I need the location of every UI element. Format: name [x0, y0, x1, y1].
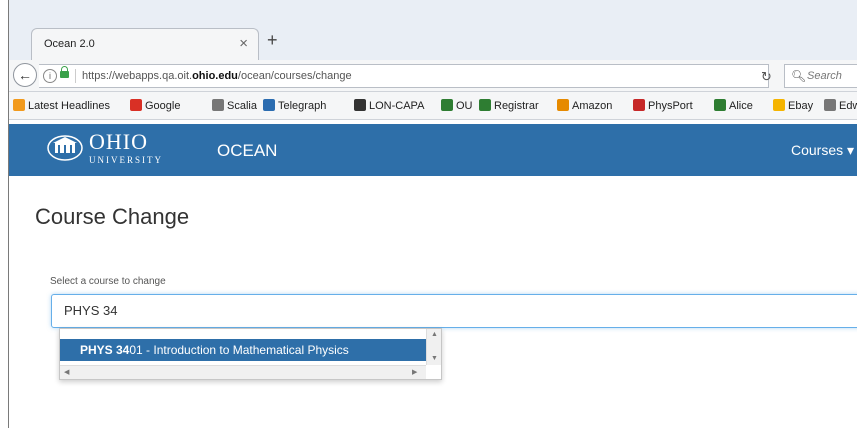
bookmark-telegraph[interactable]: Telegraph	[263, 99, 326, 112]
bookmark-ou[interactable]: OU	[441, 99, 473, 112]
logo-ohio-text[interactable]: OHIO	[89, 129, 148, 155]
suggestion-match: PHYS 34	[80, 343, 130, 357]
address-bar[interactable]: i https://webapps.qa.oit.ohio.edu/ocean/…	[39, 64, 772, 88]
bookmark-ebay[interactable]: Ebay	[773, 99, 813, 112]
bookmark-amazon[interactable]: Amazon	[557, 99, 612, 112]
ohio-university-logo[interactable]	[47, 133, 83, 163]
telegraph-icon	[263, 99, 275, 111]
suggestion-rest: 01 - Introduction to Mathematical Physic…	[129, 343, 349, 357]
bookmarks-toolbar: Latest Headlines Google Scalia Telegraph LON…	[9, 92, 857, 120]
bookmark-label: Google	[145, 100, 181, 112]
scroll-right-icon[interactable]: ▶	[412, 368, 417, 376]
autocomplete-dropdown: PHYS 3401 - Introduction to Mathematical…	[59, 328, 442, 380]
site-header: OHIO UNIVERSITY OCEAN Courses ▾	[9, 124, 857, 176]
reload-icon[interactable]: ↻	[761, 69, 772, 85]
lock-icon[interactable]	[60, 66, 69, 78]
globe-icon	[212, 99, 224, 111]
course-search-input[interactable]: PHYS 34	[51, 294, 857, 328]
url-separator	[75, 69, 76, 83]
close-tab-icon[interactable]: ×	[239, 35, 248, 52]
ohio-seal-icon	[479, 99, 491, 111]
window-border	[0, 0, 9, 428]
back-arrow-icon: ←	[18, 67, 32, 83]
info-icon[interactable]: i	[43, 69, 57, 83]
new-tab-button[interactable]: +	[267, 30, 278, 51]
rss-icon	[13, 99, 25, 111]
alice-icon	[714, 99, 726, 111]
bookmark-label: LON-CAPA	[369, 100, 425, 112]
url-text[interactable]: https://webapps.qa.oit.ohio.edu/ocean/co…	[82, 70, 352, 82]
vertical-scrollbar[interactable]: ▲ ▼	[426, 329, 441, 365]
loncapa-icon	[354, 99, 366, 111]
scroll-down-icon[interactable]: ▼	[431, 355, 438, 362]
gmail-icon	[130, 99, 142, 111]
bookmark-label: OU	[456, 100, 473, 112]
scroll-left-icon[interactable]: ◀	[64, 368, 69, 376]
ocean-brand-link[interactable]: OCEAN	[217, 141, 277, 161]
search-icon: 🔍︎	[791, 69, 807, 83]
bookmark-latest-headlines[interactable]: Latest Headlines	[13, 99, 110, 112]
course-field-label: Select a course to change	[50, 276, 166, 287]
bookmark-scalia[interactable]: Scalia	[212, 99, 257, 112]
bookmark-label: Ebay	[788, 100, 814, 112]
globe-icon	[824, 99, 836, 111]
bookmark-label: Edwa	[839, 100, 857, 112]
bookmark-label: Latest Headlines	[28, 100, 110, 112]
bookmark-google[interactable]: Google	[130, 99, 180, 112]
bookmark-label: Scalia	[227, 100, 257, 112]
ebay-icon	[773, 99, 785, 111]
bookmark-physport[interactable]: PhysPort	[633, 99, 693, 112]
browser-tab[interactable]: Ocean 2.0 ×	[31, 28, 259, 60]
browser-search-box[interactable]: 🔍︎ Search	[784, 64, 857, 88]
back-button[interactable]: ←	[13, 63, 37, 87]
search-placeholder: Search	[807, 70, 842, 82]
physport-icon	[633, 99, 645, 111]
browser-navbar: ← i https://webapps.qa.oit.ohio.edu/ocea…	[9, 60, 857, 92]
bookmark-label: Registrar	[494, 100, 539, 112]
courses-menu[interactable]: Courses ▾	[791, 142, 854, 159]
tab-title: Ocean 2.0	[44, 38, 95, 50]
main-content: Course Change Select a course to change …	[9, 176, 857, 428]
page-title: Course Change	[35, 204, 190, 229]
horizontal-scrollbar[interactable]: ◀ ▶	[60, 365, 426, 379]
bookmark-label: PhysPort	[648, 100, 693, 112]
scroll-up-icon[interactable]: ▲	[431, 331, 438, 338]
bookmark-alice[interactable]: Alice	[714, 99, 753, 112]
browser-tabstrip: Ocean 2.0 × +	[9, 0, 857, 60]
bookmark-label: Telegraph	[278, 100, 327, 112]
autocomplete-option[interactable]: PHYS 3401 - Introduction to Mathematical…	[60, 339, 426, 361]
ohio-seal-icon	[441, 99, 453, 111]
bookmark-label: Amazon	[572, 100, 613, 112]
bookmark-edwa[interactable]: Edwa	[824, 99, 857, 112]
logo-university-text[interactable]: UNIVERSITY	[89, 155, 163, 165]
bookmark-label: Alice	[729, 100, 753, 112]
bookmark-registrar[interactable]: Registrar	[479, 99, 539, 112]
bookmark-lon-capa[interactable]: LON-CAPA	[354, 99, 424, 112]
amazon-icon	[557, 99, 569, 111]
